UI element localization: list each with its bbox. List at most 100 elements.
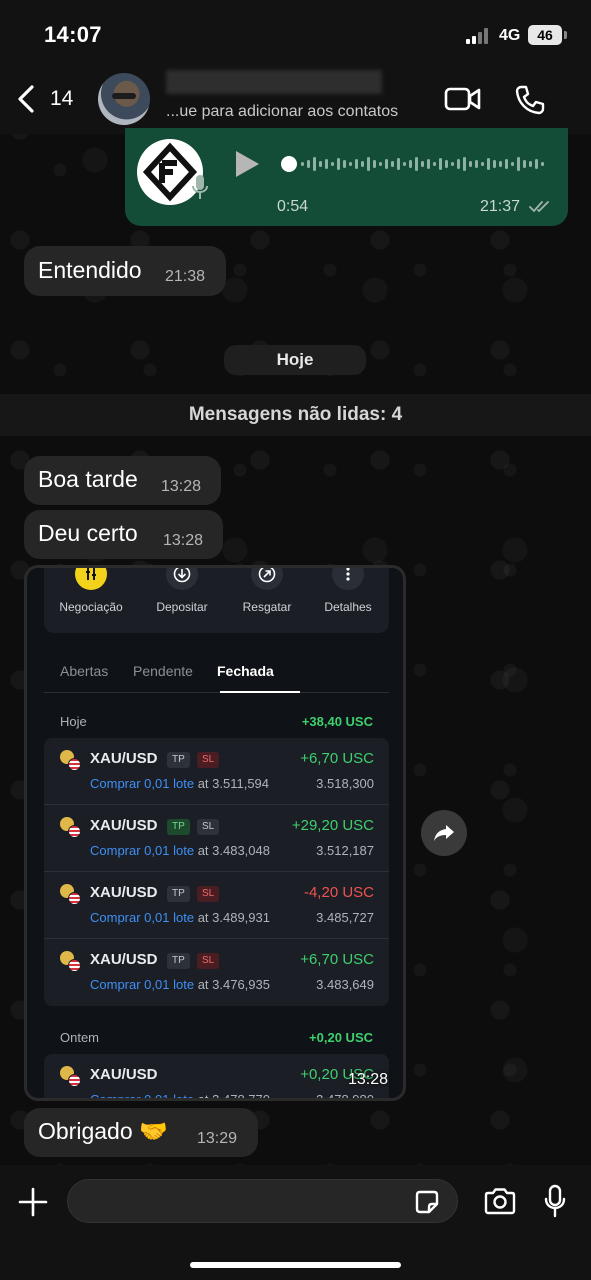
trade-side: Comprar 0,01 lote: [90, 776, 195, 791]
trade-row[interactable]: XAU/USD +0,20 USC Comprar 0,01 lote at 3…: [44, 1054, 389, 1101]
trade-row[interactable]: XAU/USD TP SL +6,70 USC Comprar 0,01 lot…: [44, 738, 389, 805]
message-input[interactable]: [67, 1179, 458, 1223]
trade-detail: Comprar 0,01 lote at 3.489,931: [90, 910, 270, 925]
tab-closed[interactable]: Fechada: [217, 663, 274, 679]
tp-tag: TP: [167, 953, 190, 969]
message-composer: [0, 1165, 591, 1280]
section-today-total: +38,40 USC: [301, 714, 373, 729]
xau-usd-icon: [60, 817, 82, 839]
battery-tip: [564, 31, 567, 39]
back-button[interactable]: 14: [16, 84, 76, 114]
trade-side: Comprar 0,01 lote: [90, 977, 195, 992]
message-text: Boa tarde: [38, 466, 138, 492]
chevron-left-icon: [18, 85, 34, 113]
action-label: Depositar: [156, 600, 208, 614]
trade-symbol: XAU/USD: [90, 951, 158, 968]
sticker-icon[interactable]: [413, 1188, 441, 1216]
chat-header: 14 ...ue para adicionar aos contatos: [0, 62, 591, 134]
trade-open-price: at 3.476,935: [197, 977, 270, 992]
withdraw-icon: [251, 568, 283, 590]
trade-list-yesterday: XAU/USD +0,20 USC Comprar 0,01 lote at 3…: [44, 1054, 389, 1101]
mic-icon: [192, 175, 208, 199]
incoming-message[interactable]: Obrigado 🤝 13:29: [24, 1108, 258, 1157]
play-icon[interactable]: [233, 150, 261, 178]
action-deposit[interactable]: Depositar: [142, 568, 222, 614]
status-bar: 14:07 4G 46: [0, 0, 591, 62]
trade-close-price: 3.485,727: [316, 910, 374, 925]
trade-pnl: -4,20 USC: [303, 884, 374, 901]
trade-close-price: 3.483,649: [316, 977, 374, 992]
microphone-icon[interactable]: [543, 1184, 567, 1218]
trade-side: Comprar 0,01 lote: [90, 910, 195, 925]
tp-tag: TP: [167, 752, 190, 768]
message-time: 21:38: [165, 268, 206, 285]
video-call-icon[interactable]: [444, 86, 482, 112]
incoming-message[interactable]: Entendido 21:38: [24, 246, 226, 296]
waveform: [301, 157, 544, 171]
message-time: 13:28: [163, 532, 204, 549]
trade-symbol: XAU/USD: [90, 884, 158, 901]
xau-usd-icon: [60, 750, 82, 772]
action-withdraw[interactable]: Resgatar: [227, 568, 307, 614]
tp-tag: TP: [167, 819, 190, 835]
network-type: 4G: [499, 27, 521, 44]
read-ticks-icon: [529, 201, 549, 213]
trade-open-price: at 3.511,594: [197, 776, 270, 791]
trade-row[interactable]: XAU/USD TP SL +29,20 USC Comprar 0,01 lo…: [44, 805, 389, 872]
unread-banner-text: Mensagens não lidas: 4: [188, 404, 403, 425]
trade-row[interactable]: XAU/USD TP SL -4,20 USC Comprar 0,01 lot…: [44, 872, 389, 939]
forward-button[interactable]: [421, 810, 467, 856]
message-time: 21:37: [480, 198, 521, 215]
unread-count: 14: [50, 87, 74, 110]
trade-pnl: +6,70 USC: [300, 951, 374, 968]
trade-open-price: at 3.489,931: [197, 910, 270, 925]
tab-open[interactable]: Abertas: [60, 663, 108, 679]
sl-tag: SL: [197, 953, 220, 969]
trade-side: Comprar 0,01 lote: [90, 1092, 195, 1101]
unread-banner: Mensagens não lidas: 4: [0, 394, 591, 436]
action-trade[interactable]: Negociação: [51, 568, 131, 614]
forward-icon: [434, 825, 454, 841]
trade-open-price: at 3.483,048: [197, 843, 270, 858]
trade-open-price: at 3.478,770: [197, 1092, 270, 1101]
tab-pending[interactable]: Pendente: [133, 663, 193, 679]
camera-icon[interactable]: [483, 1187, 517, 1215]
message-text: Deu certo: [38, 520, 138, 546]
message-time: 13:28: [161, 478, 202, 495]
voice-duration: 0:54: [277, 198, 309, 215]
trade-close-price: 3.518,300: [316, 776, 374, 791]
trade-symbol: XAU/USD: [90, 750, 158, 767]
action-label: Detalhes: [324, 600, 372, 614]
deposit-icon: [166, 568, 198, 590]
avatar[interactable]: [98, 73, 150, 125]
order-tabs: Abertas Pendente Fechada: [44, 663, 389, 693]
xau-usd-icon: [60, 951, 82, 973]
date-divider: Hoje: [224, 345, 366, 375]
trade-detail: Comprar 0,01 lote at 3.483,048: [90, 843, 270, 858]
phone-icon[interactable]: [514, 84, 546, 116]
voice-message-bubble[interactable]: 0:54 21:37: [125, 128, 568, 226]
home-indicator: [190, 1262, 401, 1268]
section-today: Hoje: [60, 714, 87, 729]
plus-icon[interactable]: [18, 1187, 48, 1217]
trade-symbol: XAU/USD: [90, 1066, 158, 1083]
message-time: 13:28: [348, 1071, 389, 1088]
incoming-message[interactable]: Boa tarde 13:28: [24, 456, 221, 505]
battery-icon: 46: [528, 25, 562, 45]
contact-subtitle[interactable]: ...ue para adicionar aos contatos: [166, 103, 398, 121]
contact-name-redacted[interactable]: [166, 70, 382, 94]
action-details[interactable]: Detalhes: [308, 568, 388, 614]
message-text: Entendido: [38, 257, 142, 283]
playback-scrubber[interactable]: [281, 156, 297, 172]
account-actions: Negociação Depositar Resgatar Detalhes: [44, 568, 389, 633]
action-label: Negociação: [59, 600, 123, 614]
trade-detail: Comprar 0,01 lote at 3.476,935: [90, 977, 270, 992]
trade-icon: [75, 568, 107, 590]
xau-usd-icon: [60, 1066, 82, 1088]
trade-symbol: XAU/USD: [90, 817, 158, 834]
incoming-message[interactable]: Deu certo 13:28: [24, 510, 223, 559]
image-message[interactable]: Negociação Depositar Resgatar Detalhes A…: [24, 565, 406, 1101]
trade-close-price: 3.512,187: [316, 843, 374, 858]
trade-row[interactable]: XAU/USD TP SL +6,70 USC Comprar 0,01 lot…: [44, 939, 389, 1006]
message-time: 13:29: [197, 1130, 238, 1147]
